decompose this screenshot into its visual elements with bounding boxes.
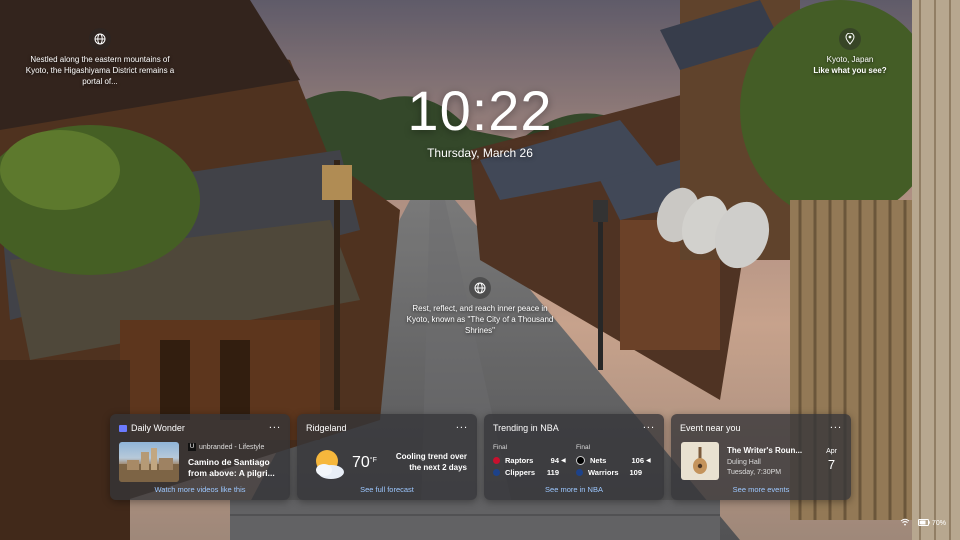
guitar-icon [681, 442, 719, 480]
team-score: 119 [546, 467, 559, 477]
team-name: Nets [590, 455, 607, 465]
team-logo-icon [493, 456, 500, 464]
team-row: Warriors 109 [576, 466, 656, 478]
game-status: Final [576, 444, 591, 451]
team-score: 109 [629, 467, 642, 477]
game-status: Final [493, 444, 508, 451]
widget-link[interactable]: See more events [671, 485, 851, 494]
battery-percent: 70% [931, 519, 946, 527]
video-headline[interactable]: Camino de Santiago from above: A pilgri.… [188, 457, 284, 479]
team-row: Raptors 94 ◀ [493, 454, 573, 466]
lockscreen-date: Thursday, March 26 [427, 146, 533, 160]
lockscreen-clock: 10:22 [407, 79, 553, 142]
winner-arrow-icon: ◀ [561, 457, 566, 464]
widget-header: Event near you [680, 423, 741, 433]
more-options-button[interactable]: ... [269, 419, 281, 431]
widget-title: Daily Wonder [131, 423, 185, 433]
widget-daily-wonder[interactable]: Daily Wonder ... U unbranded - Lifestyle… [110, 414, 290, 500]
widget-weather[interactable]: Ridgeland ... 70°F Cooling trend over th… [297, 414, 477, 500]
more-options-button[interactable]: ... [830, 419, 842, 431]
team-score: 106 [631, 455, 644, 465]
game-card[interactable]: Final Nets 106 ◀ Warriors 109 [576, 444, 656, 478]
spotlight-text-left: Nestled along the eastern mountains of K… [25, 55, 175, 86]
source-logo: U [188, 443, 196, 451]
widget-title: Event near you [680, 423, 741, 433]
spotlight-text-center: Rest, reflect, and reach inner peace in … [406, 304, 554, 335]
widget-header: Trending in NBA [493, 423, 559, 433]
event-day: 7 [827, 457, 836, 472]
temperature-unit: °F [369, 457, 377, 464]
spotlight-hotspot-center[interactable]: Rest, reflect, and reach inner peace in … [400, 277, 560, 336]
team-row: Clippers 119 [493, 466, 573, 478]
globe-icon [469, 277, 491, 299]
video-thumbnail[interactable] [119, 442, 179, 482]
location-name: Kyoto, Japan [826, 55, 874, 64]
team-logo-icon [576, 455, 585, 465]
widget-nba[interactable]: Trending in NBA ... Final Raptors 94 ◀ C… [484, 414, 664, 500]
game-card[interactable]: Final Raptors 94 ◀ Clippers 119 [493, 444, 573, 478]
weather-condition: Cooling trend over the next 2 days [395, 452, 467, 472]
event-venue: Duling Hall [727, 459, 761, 466]
widget-link[interactable]: See more in NBA [484, 485, 664, 494]
event-name[interactable]: The Writer's Roun... [727, 446, 802, 455]
source-name: unbranded - Lifestyle [199, 443, 265, 451]
temperature-value: 70 [352, 454, 370, 471]
widget-link[interactable]: See full forecast [297, 485, 477, 494]
partly-cloudy-icon [309, 444, 349, 484]
location-pin-icon [839, 28, 861, 50]
widget-header: Ridgeland [306, 423, 347, 433]
team-name: Warriors [588, 467, 619, 477]
event-date: Apr 7 [826, 448, 837, 472]
widget-header: Daily Wonder [119, 423, 185, 433]
temperature: 70°F [352, 454, 377, 472]
team-row: Nets 106 ◀ [576, 454, 656, 466]
spotlight-hotspot-left[interactable]: Nestled along the eastern mountains of K… [22, 28, 178, 87]
globe-icon [89, 28, 111, 50]
content-source: U unbranded - Lifestyle [188, 443, 264, 451]
winner-arrow-icon: ◀ [646, 457, 651, 464]
battery-indicator: 70% [917, 518, 946, 528]
daily-wonder-icon [119, 424, 127, 432]
more-options-button[interactable]: ... [643, 419, 655, 431]
team-name: Clippers [505, 467, 536, 477]
widget-title: Ridgeland [306, 423, 347, 433]
team-logo-icon [493, 468, 500, 476]
team-name: Raptors [505, 455, 534, 465]
team-logo-icon [576, 468, 583, 476]
more-options-button[interactable]: ... [456, 419, 468, 431]
widget-link[interactable]: Watch more videos like this [110, 485, 290, 494]
battery-icon [917, 518, 930, 528]
system-tray: 70% [900, 518, 946, 528]
event-time: Tuesday, 7:30PM [727, 469, 782, 476]
widget-title: Trending in NBA [493, 423, 559, 433]
event-month: Apr [826, 448, 837, 455]
spotlight-location[interactable]: Kyoto, Japan Like what you see? [790, 28, 910, 76]
team-score: 94 [550, 455, 559, 465]
location-prompt[interactable]: Like what you see? [790, 65, 910, 76]
wifi-icon [900, 518, 910, 528]
widget-event[interactable]: Event near you ... The Writer's Roun... … [671, 414, 851, 500]
